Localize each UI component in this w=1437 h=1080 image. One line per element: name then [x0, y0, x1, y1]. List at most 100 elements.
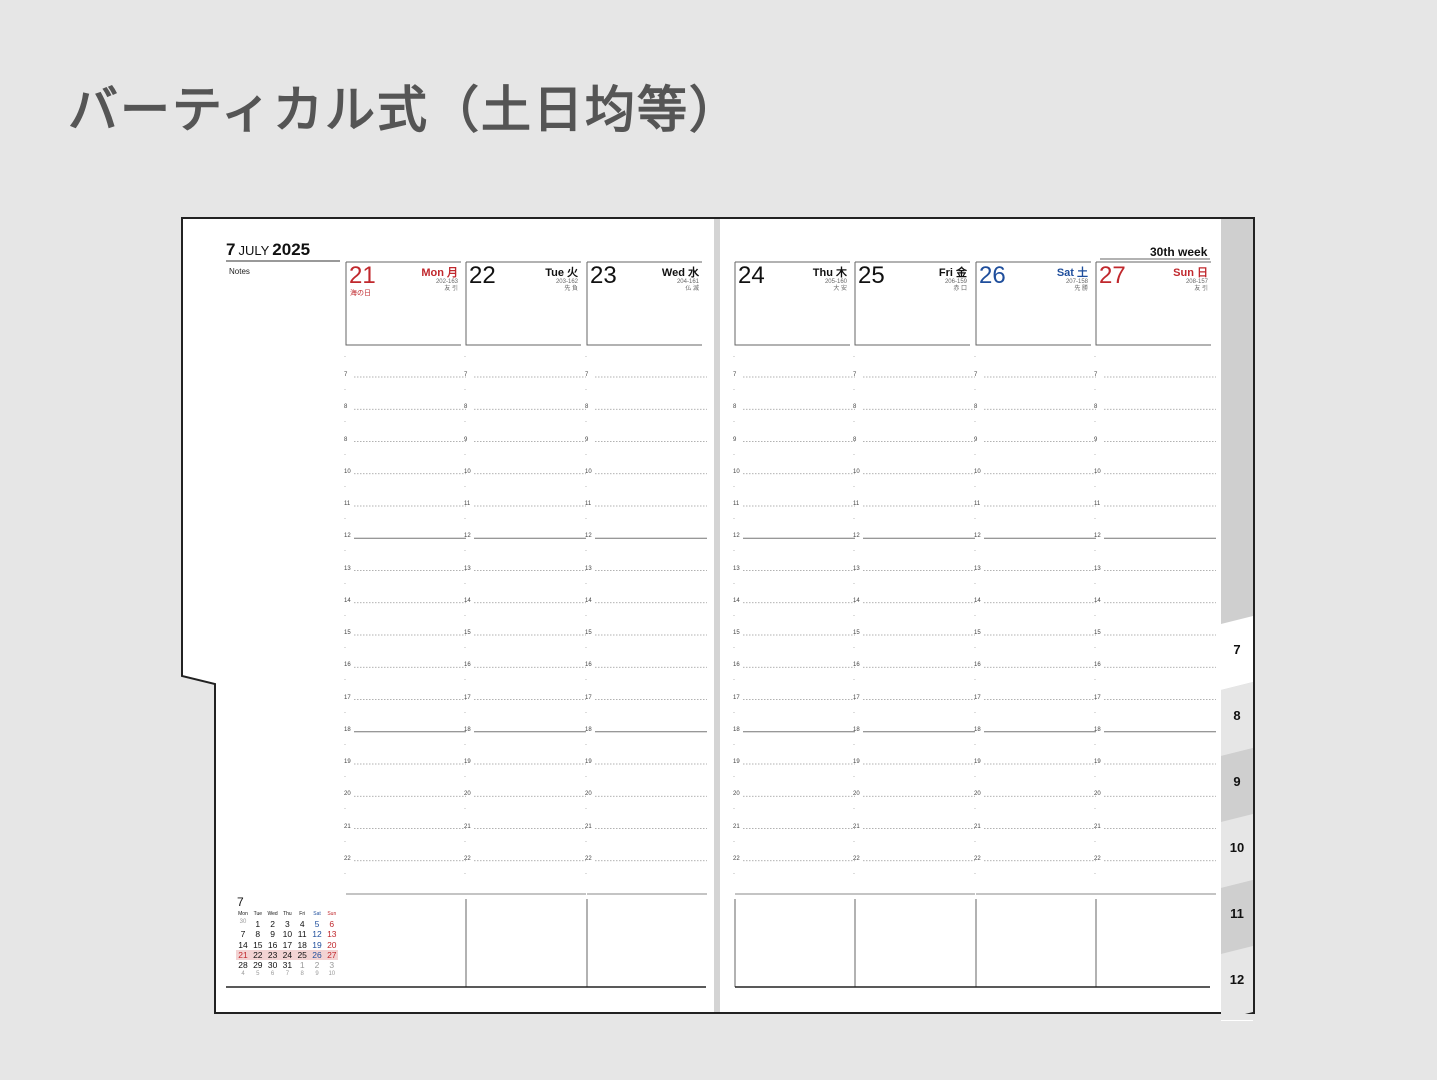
- hour-label: 21: [1094, 823, 1101, 830]
- hour-label: 20: [853, 791, 860, 798]
- hour-label: 8: [585, 404, 589, 411]
- half-hour-dot: ·: [344, 806, 346, 813]
- hour-label: 13: [974, 565, 981, 572]
- half-hour-dot: ·: [464, 580, 466, 587]
- half-hour-dot: ·: [1094, 548, 1096, 555]
- half-hour-dot: ·: [853, 741, 855, 748]
- half-hour-dot: ·: [585, 806, 587, 813]
- half-hour-dot: ·: [853, 483, 855, 490]
- half-hour-dot: ·: [464, 741, 466, 748]
- hour-label: 17: [464, 694, 471, 701]
- mini-calendar-header: Sat: [313, 911, 321, 917]
- hour-label: 18: [974, 726, 981, 733]
- hour-label: 17: [1094, 694, 1101, 701]
- hour-label: 22: [1094, 855, 1101, 862]
- mini-calendar-day: 7: [240, 929, 246, 940]
- month-tab-label: 9: [1233, 774, 1241, 789]
- hour-label: 22: [585, 855, 592, 862]
- hour-label: 13: [853, 565, 860, 572]
- half-hour-dot: ·: [853, 580, 855, 587]
- half-hour-dot: ·: [344, 709, 346, 716]
- half-hour-dot: ·: [464, 806, 466, 813]
- half-hour-dot: ·: [585, 677, 587, 684]
- hour-label: 14: [1094, 597, 1101, 604]
- mini-calendar-day: 11: [297, 929, 307, 940]
- half-hour-dot: ·: [1094, 870, 1096, 877]
- mini-calendar-day: 19: [312, 939, 322, 950]
- half-hour-dot: ·: [464, 451, 466, 458]
- half-hour-dot: ·: [853, 838, 855, 845]
- half-hour-dot: ·: [1094, 806, 1096, 813]
- hour-label: 11: [853, 501, 860, 507]
- hour-label: 18: [853, 726, 860, 733]
- mini-calendar-day: 18: [297, 939, 307, 950]
- half-hour-dot: ·: [344, 870, 346, 877]
- half-hour-dot: ·: [464, 419, 466, 426]
- mini-calendar-header: Mon: [238, 911, 248, 917]
- hour-label: 14: [853, 597, 860, 604]
- mini-calendar-day: 30: [239, 919, 247, 925]
- half-hour-dot: ·: [733, 870, 735, 877]
- hour-label: 19: [464, 759, 471, 765]
- hour-label: 11: [464, 501, 471, 507]
- mini-calendar-day: 7: [285, 970, 290, 977]
- hour-label: 7: [585, 372, 589, 378]
- hour-label: 8: [853, 436, 857, 443]
- hour-label: 13: [464, 565, 471, 572]
- hour-label: 15: [585, 630, 592, 636]
- hour-label: 18: [344, 726, 351, 733]
- mini-calendar-day: 21: [238, 949, 248, 960]
- hour-label: 17: [853, 694, 860, 701]
- mini-calendar-day: 15: [253, 939, 263, 950]
- half-hour-dot: ·: [1094, 709, 1096, 716]
- half-hour-dot: ·: [1094, 838, 1096, 845]
- tab-strip-lower: [1221, 1020, 1253, 1021]
- half-hour-dot: ·: [1094, 774, 1096, 780]
- hour-label: 16: [974, 662, 981, 669]
- half-hour-dot: ·: [853, 870, 855, 877]
- mini-calendar-day: 23: [267, 949, 278, 960]
- mini-calendar-day: 14: [238, 939, 248, 950]
- half-hour-dot: ·: [733, 580, 735, 587]
- week-label: 30th week: [1150, 245, 1208, 259]
- hour-label: 15: [344, 630, 351, 636]
- mini-calendar-day: 1: [255, 919, 261, 929]
- half-hour-dot: ·: [1094, 645, 1096, 651]
- half-hour-dot: ·: [464, 354, 466, 360]
- hour-label: 10: [464, 468, 471, 475]
- half-hour-dot: ·: [344, 483, 346, 490]
- month-name: JULY: [238, 243, 270, 258]
- half-hour-dot: ·: [344, 645, 346, 651]
- half-hour-dot: ·: [464, 870, 466, 877]
- hour-label: 11: [974, 501, 981, 507]
- hour-label: 21: [853, 823, 860, 830]
- half-hour-dot: ·: [853, 612, 855, 619]
- hour-label: 18: [585, 726, 592, 733]
- half-hour-dot: ·: [585, 548, 587, 555]
- hour-label: 12: [974, 533, 981, 540]
- half-hour-dot: ·: [585, 451, 587, 458]
- half-hour-dot: ·: [853, 645, 855, 651]
- hour-label: 7: [853, 372, 857, 378]
- mini-calendar-day: 31: [282, 960, 293, 971]
- half-hour-dot: ·: [853, 677, 855, 684]
- hour-label: 12: [1094, 533, 1101, 540]
- hour-label: 14: [733, 597, 740, 604]
- hour-label: 9: [464, 436, 468, 443]
- mini-calendar-day: 5: [314, 919, 320, 929]
- half-hour-dot: ·: [974, 580, 976, 587]
- hour-label: 10: [853, 468, 860, 475]
- half-hour-dot: ·: [974, 677, 976, 684]
- hour-label: 13: [585, 565, 592, 572]
- mini-calendar-day: 17: [282, 939, 293, 950]
- hour-label: 7: [344, 372, 348, 378]
- half-hour-dot: ·: [585, 483, 587, 490]
- mini-calendar-day: 4: [241, 970, 245, 977]
- half-hour-dot: ·: [974, 709, 976, 716]
- hour-label: 19: [344, 759, 351, 765]
- hour-label: 21: [344, 823, 351, 830]
- mini-calendar-day: 12: [312, 929, 322, 940]
- half-hour-dot: ·: [344, 451, 346, 458]
- half-hour-dot: ·: [733, 774, 735, 780]
- hour-label: 11: [1094, 501, 1101, 507]
